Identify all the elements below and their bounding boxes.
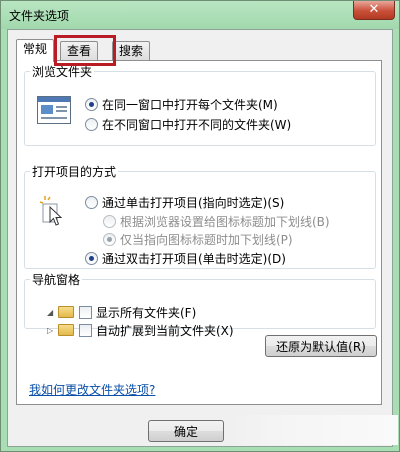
collapsed-arrow-icon: ▷ <box>47 325 54 335</box>
click-items-group: 打开项目的方式 通过单击打开项目(指向时选定)(S) 根据浏览器设置给图标标题加… <box>24 163 376 269</box>
nav-auto-expand[interactable]: ▷ 自动扩展到当前文件夹(X) <box>47 322 234 338</box>
obscured-buttons-area <box>228 415 398 445</box>
help-link[interactable]: 我如何更改文件夹选项? <box>29 381 155 398</box>
dialog-body: 常规 查看 搜索 浏览文件夹 在同一窗口中打开每个文件夹(M) 在不同窗口中打开… <box>7 29 398 447</box>
checkbox-show-all-folders-label: 显示所有文件夹(F) <box>96 305 197 320</box>
radio-underline-point-control[interactable] <box>103 232 116 246</box>
close-button[interactable]: ✕ <box>353 1 395 20</box>
folder-options-window: 文件夹选项 ✕ 常规 查看 搜索 浏览文件夹 在同一窗口中打开每个文件夹(M) … <box>0 0 400 452</box>
radio-same-window-label: 在同一窗口中打开每个文件夹(M) <box>102 97 278 112</box>
browse-folders-group: 浏览文件夹 在同一窗口中打开每个文件夹(M) 在不同窗口中打开不同的文件夹(W) <box>24 63 376 146</box>
nav-show-all-folders[interactable]: ◢ 显示所有文件夹(F) <box>47 304 196 320</box>
radio-underline-browser-control[interactable] <box>103 214 116 228</box>
radio-single-click[interactable]: 通过单击打开项目(指向时选定)(S) <box>85 194 284 210</box>
radio-new-window-label: 在不同窗口中打开不同的文件夹(W) <box>102 117 292 132</box>
radio-single-click-label: 通过单击打开项目(指向时选定)(S) <box>102 195 285 210</box>
title-bar[interactable]: 文件夹选项 ✕ <box>1 1 399 29</box>
expanded-arrow-icon: ◢ <box>47 307 54 317</box>
radio-new-window-control[interactable] <box>85 117 98 131</box>
click-items-legend: 打开项目的方式 <box>32 165 117 179</box>
folder-icon <box>58 324 74 336</box>
window-title: 文件夹选项 <box>9 9 70 23</box>
view-tab-highlight-box <box>54 35 116 66</box>
checkbox-show-all-folders[interactable] <box>79 305 92 319</box>
radio-double-click[interactable]: 通过双击打开项目(单击时选定)(D) <box>85 250 286 266</box>
windows-layout-icon <box>37 96 71 127</box>
ok-button[interactable]: 确定 <box>148 420 224 442</box>
general-tab-panel: 浏览文件夹 在同一窗口中打开每个文件夹(M) 在不同窗口中打开不同的文件夹(W)… <box>16 60 382 405</box>
navigation-pane-legend: 导航窗格 <box>32 273 81 287</box>
radio-same-window[interactable]: 在同一窗口中打开每个文件夹(M) <box>85 96 278 112</box>
checkbox-auto-expand-label: 自动扩展到当前文件夹(X) <box>96 323 234 338</box>
radio-same-window-control[interactable] <box>85 97 98 111</box>
radio-single-click-control[interactable] <box>85 195 98 209</box>
tab-general[interactable]: 常规 <box>16 39 55 62</box>
radio-underline-point[interactable]: 仅当指向图标标题时加下划线(P) <box>103 231 293 247</box>
navigation-pane-group: 导航窗格 ◢ 显示所有文件夹(F) ▷ 自动扩展到当前文件夹(X) <box>24 271 376 338</box>
restore-defaults-button[interactable]: 还原为默认值(R) <box>265 335 377 357</box>
checkbox-auto-expand[interactable] <box>79 323 92 337</box>
radio-underline-browser[interactable]: 根据浏览器设置给图标标题加下划线(B) <box>103 213 330 229</box>
radio-new-window[interactable]: 在不同窗口中打开不同的文件夹(W) <box>85 116 291 132</box>
radio-underline-browser-label: 根据浏览器设置给图标标题加下划线(B) <box>120 214 330 229</box>
radio-double-click-control[interactable] <box>85 251 98 265</box>
radio-underline-point-label: 仅当指向图标标题时加下划线(P) <box>120 232 293 247</box>
pointer-click-icon <box>39 194 69 231</box>
folder-icon <box>58 306 74 318</box>
tab-search[interactable]: 搜索 <box>112 41 151 61</box>
radio-double-click-label: 通过双击打开项目(单击时选定)(D) <box>102 251 286 266</box>
